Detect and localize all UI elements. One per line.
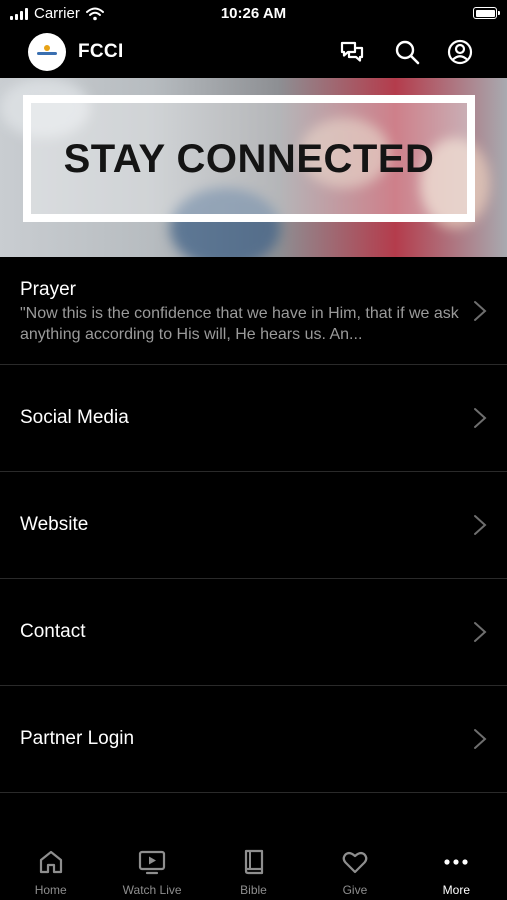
menu-item-title: Partner Login <box>20 728 135 749</box>
battery-icon <box>473 7 500 19</box>
menu-item-title: Contact <box>20 621 86 642</box>
tab-bar: Home Watch Live Bible Give More <box>0 840 507 900</box>
banner-frame: STAY CONNECTED <box>23 95 475 222</box>
menu-item-website[interactable]: Website <box>0 472 507 579</box>
chevron-right-icon <box>474 729 487 749</box>
menu-item-subtitle: "Now this is the confidence that we have… <box>20 305 459 343</box>
tab-give[interactable]: Give <box>304 840 405 900</box>
menu-item-title: Prayer <box>20 279 76 300</box>
menu-item-prayer[interactable]: Prayer "Now this is the confidence that … <box>0 257 507 365</box>
app-logo[interactable] <box>28 33 66 71</box>
home-icon <box>37 848 65 876</box>
tab-label: Give <box>342 883 368 897</box>
menu-list: Prayer "Now this is the confidence that … <box>0 257 507 793</box>
menu-item-contact[interactable]: Contact <box>0 579 507 686</box>
status-bar: Carrier 10:26 AM <box>0 0 507 30</box>
logo-mark <box>37 45 57 56</box>
tv-play-icon <box>138 848 166 876</box>
tab-bible[interactable]: Bible <box>203 840 304 900</box>
tab-home[interactable]: Home <box>0 840 101 900</box>
app-header: FCCI <box>0 30 507 78</box>
profile-icon[interactable] <box>446 38 474 66</box>
tab-label: Bible <box>240 883 267 897</box>
menu-item-partner-login[interactable]: Partner Login <box>0 686 507 793</box>
chevron-right-icon <box>474 408 487 428</box>
chevron-right-icon <box>474 622 487 642</box>
search-icon[interactable] <box>393 38 421 66</box>
tab-label: Home <box>34 883 67 897</box>
tab-label: More <box>442 883 470 897</box>
banner-heading: STAY CONNECTED <box>63 137 435 181</box>
tab-more[interactable]: More <box>406 840 507 900</box>
menu-item-title: Website <box>20 514 89 535</box>
chevron-right-icon <box>474 300 487 321</box>
status-time: 10:26 AM <box>220 5 287 22</box>
more-dots-icon <box>442 848 470 876</box>
tab-watch-live[interactable]: Watch Live <box>101 840 202 900</box>
app-title: FCCI <box>78 41 124 62</box>
stay-connected-banner: STAY CONNECTED <box>0 78 507 257</box>
heart-icon <box>341 848 369 876</box>
book-icon <box>240 848 268 876</box>
tab-label: Watch Live <box>122 883 182 897</box>
chat-icon[interactable] <box>338 38 366 66</box>
menu-item-social-media[interactable]: Social Media <box>0 365 507 472</box>
chevron-right-icon <box>474 515 487 535</box>
menu-item-title: Social Media <box>20 407 129 428</box>
